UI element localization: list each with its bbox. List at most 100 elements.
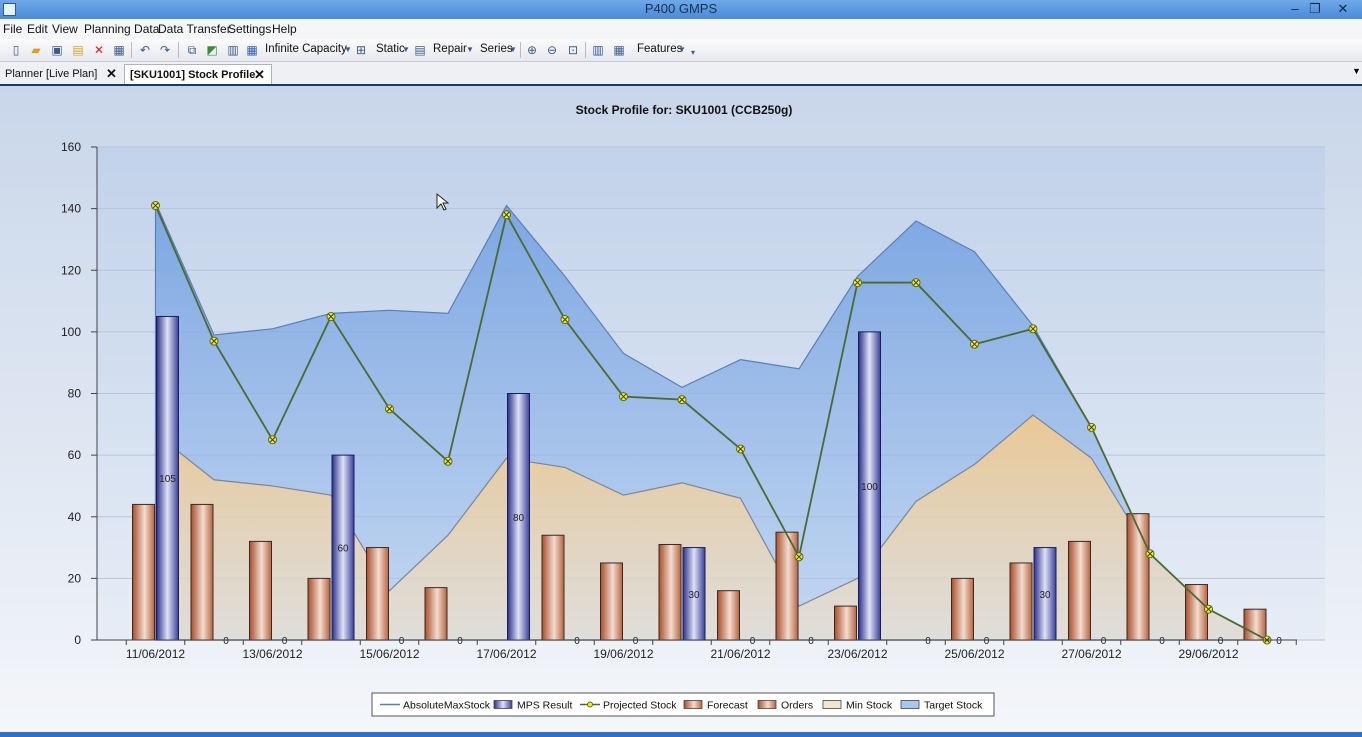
forecast-bar: [1009, 562, 1033, 641]
stock-profile-chart: Stock Profile for: SKU1001 (CCB250g) 105…: [61, 103, 1325, 717]
window-title: P400 GMPS: [644, 1, 718, 16]
close-icon[interactable]: ✕: [106, 64, 117, 84]
legend-swatch: [493, 700, 513, 709]
forecast-bar: [190, 503, 214, 641]
x-tick-label: 27/06/2012: [1061, 647, 1121, 661]
tab-planner[interactable]: Planner [Live Plan] ✕: [0, 64, 121, 84]
forecast-bar: [1068, 540, 1091, 641]
infinite-capacity-dropdown[interactable]: Infinite Capacity: [265, 43, 347, 55]
x-tick-label: 21/06/2012: [710, 647, 770, 661]
chart-legend: AbsoluteMaxStock MPS Result Projected Stoc…: [371, 692, 995, 717]
mps-data-label: 0: [1276, 636, 1282, 647]
tab-stock-profile[interactable]: [SKU1001] Stock Profile ✕: [124, 64, 272, 85]
mps-data-label: 0: [925, 636, 931, 647]
mps-data-label: 0: [1101, 636, 1107, 647]
legend-swatch: [900, 700, 920, 709]
undo-icon[interactable]: ↶: [138, 43, 152, 57]
chevron-down-icon[interactable]: ▼: [506, 43, 520, 57]
new-icon[interactable]: ▯: [9, 43, 23, 57]
y-tick-label: 0: [74, 633, 81, 647]
y-tick-label: 140: [61, 202, 81, 216]
menu-file[interactable]: File: [3, 22, 22, 36]
forecast-bar: [1243, 608, 1267, 641]
y-tick-label: 120: [61, 263, 81, 277]
mps-data-label: 0: [457, 636, 463, 647]
mps-data-label: 0: [282, 636, 288, 647]
mps-data-label: 0: [399, 636, 405, 647]
forecast-bar: [600, 562, 623, 641]
static-icon: ⊞: [355, 43, 367, 57]
legend-label: AbsoluteMaxStock: [403, 700, 491, 712]
print-icon[interactable]: ▦: [112, 43, 126, 57]
forecast-bar: [1185, 584, 1208, 641]
save-icon[interactable]: ▣: [50, 43, 64, 57]
forecast-bar: [1126, 513, 1150, 641]
chevron-down-icon[interactable]: ▼: [399, 43, 413, 57]
x-tick-label: 17/06/2012: [476, 647, 536, 661]
mps-data-label: 30: [688, 590, 700, 601]
calculator-icon[interactable]: ▥: [226, 43, 240, 57]
y-tick-label: 20: [68, 571, 82, 585]
chart-title: Stock Profile for: SKU1001 (CCB250g): [576, 103, 793, 117]
x-tick-label: 23/06/2012: [827, 647, 887, 661]
legend-label: MPS Result: [517, 700, 573, 712]
x-tick-label: 29/06/2012: [1178, 647, 1238, 661]
chevron-down-icon[interactable]: ▼: [463, 43, 477, 57]
close-icon[interactable]: ✕: [254, 65, 265, 85]
zoom-fit-icon[interactable]: ⊡: [566, 43, 580, 57]
y-tick-label: 40: [68, 510, 82, 524]
legend-swatch: [822, 700, 842, 709]
chart-icon[interactable]: ◩: [205, 43, 219, 57]
forecast-bar: [951, 577, 974, 641]
mps-data-label: 0: [808, 636, 814, 647]
repair-icon: ▤: [414, 43, 426, 57]
x-tick-label: 15/06/2012: [359, 647, 419, 661]
menu-data-transfer[interactable]: Data Transfer: [158, 22, 231, 36]
mps-data-label: 0: [223, 636, 229, 647]
mps-data-label: 0: [633, 636, 639, 647]
chevron-down-icon[interactable]: ▼: [341, 43, 355, 57]
chart-panel: Stock Profile for: SKU1001 (CCB250g) 105…: [0, 84, 1362, 734]
legend-marker: [587, 701, 593, 708]
forecast-bar: [424, 587, 448, 641]
zoom-in-icon[interactable]: ⊕: [525, 43, 539, 57]
delete-icon[interactable]: ✕: [92, 43, 106, 57]
menu-edit[interactable]: Edit: [27, 22, 48, 36]
open-icon[interactable]: ▰: [29, 43, 43, 57]
mps-data-label: 30: [1039, 590, 1051, 601]
forecast-bar: [249, 540, 272, 641]
forecast-bar: [132, 503, 155, 641]
mps-data-label: 0: [1159, 636, 1165, 647]
title-bar: P400 GMPS – ❐ ✕: [0, 0, 1362, 19]
forecast-bar: [658, 543, 682, 641]
redo-icon[interactable]: ↷: [158, 43, 172, 57]
menu-planning-data[interactable]: Planning Data: [84, 22, 159, 36]
zoom-out-icon[interactable]: ⊖: [545, 43, 559, 57]
menu-help[interactable]: Help: [272, 22, 297, 36]
tab-stock-profile-label: [SKU1001] Stock Profile: [130, 69, 256, 81]
status-bar: [0, 732, 1362, 737]
y-tick-label: 100: [61, 325, 81, 339]
y-tick-label: 160: [61, 140, 81, 154]
forecast-bar: [717, 590, 740, 641]
layout-icon[interactable]: ▥: [591, 43, 605, 57]
tab-list-icon[interactable]: ▼: [1352, 66, 1361, 76]
maximize-icon[interactable]: ❐: [1304, 0, 1326, 17]
legend-swatch: [757, 700, 777, 709]
forecast-bar: [834, 605, 857, 641]
legend-label: Target Stock: [924, 700, 983, 712]
toolbar: ▯ ▰ ▣ ▤ ✕ ▦ ↶ ↷ ⧉ ◩ ▥ ▦ Infinite Capacit…: [0, 39, 1362, 62]
repair-dropdown[interactable]: Repair: [433, 43, 467, 55]
paste-icon[interactable]: ▤: [71, 43, 85, 57]
grid-icon[interactable]: ▦: [245, 43, 259, 57]
toolbar-overflow-icon[interactable]: ▾: [686, 46, 700, 60]
mps-data-label: 0: [750, 636, 756, 647]
minimize-icon[interactable]: –: [1284, 0, 1306, 17]
x-tick-label: 19/06/2012: [593, 647, 653, 661]
toolbar-separator: [520, 42, 521, 58]
menu-view[interactable]: View: [52, 22, 78, 36]
copy-icon[interactable]: ⧉: [185, 43, 199, 57]
close-icon[interactable]: ✕: [1332, 0, 1354, 17]
menu-settings[interactable]: Settings: [228, 22, 271, 36]
table-icon[interactable]: ▦: [612, 43, 626, 57]
